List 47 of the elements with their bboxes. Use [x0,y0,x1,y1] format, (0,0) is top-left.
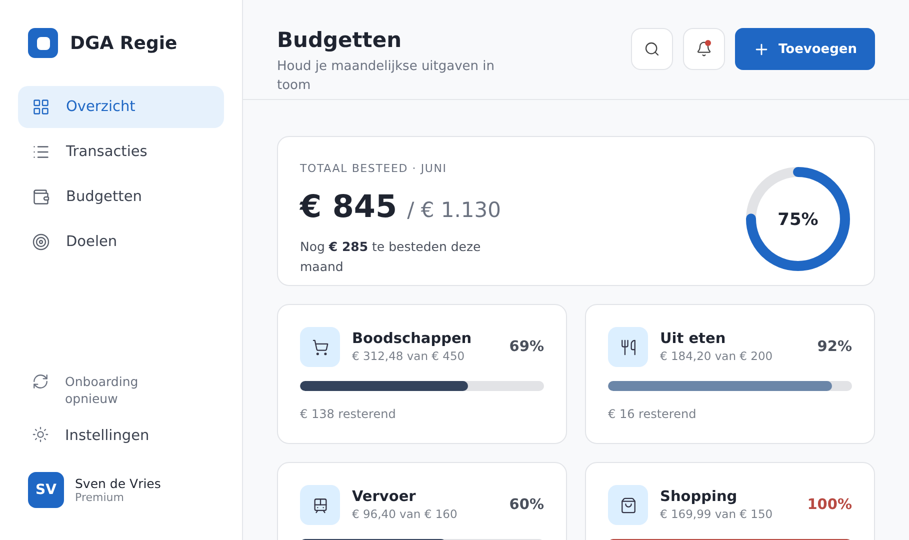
budget-percent: 69% [509,339,544,355]
page-subtitle: Houd je maandelijkse uitgaven in toom [277,58,496,95]
nav-item[interactable]: Doelen [18,221,224,263]
target-icon [32,233,50,251]
sidebar-link[interactable]: Instellingen [18,420,156,452]
budget-amount: € 96,40 van € 160 [352,507,458,521]
cart-icon [312,338,328,356]
budget-percent: 92% [817,339,852,355]
remaining-note: Nog € 285 te besteden deze maand [300,238,482,276]
budget-name: Vervoer [352,489,417,505]
budget-percent: 100% [807,497,852,513]
budget-remaining: € 138 resterend [300,407,397,421]
add-button[interactable]: Toevoegen [734,28,875,70]
train-icon [312,496,328,514]
budget-name: Boodschappen [352,331,473,347]
budget-name: Uit eten [660,331,727,347]
grid-icon [32,98,50,116]
ring-percent: 75% [778,210,818,230]
search-button[interactable] [630,28,672,70]
user-avatar: SV [28,472,64,508]
refresh-icon [32,372,49,390]
nav-item[interactable]: Transacties [18,131,224,173]
bag-icon [620,496,636,514]
notifications-button[interactable] [682,28,724,70]
user-plan: Premium [75,491,125,504]
nav-item[interactable]: Overzicht [18,86,224,128]
budget-name: Shopping [660,489,738,505]
sidebar-link[interactable]: Onboarding opnieuw [18,366,156,414]
spent-amount: € 845 [300,189,398,226]
page-title: Budgetten [277,28,403,52]
total-amount: / € 1.130 [407,198,501,222]
budget-percent: 60% [509,497,544,513]
summary-label: TOTAAL BESTEED · JUNI [300,162,448,176]
app-logo [28,28,58,58]
wallet-icon [32,188,50,206]
budget-amount: € 312,48 van € 450 [352,349,466,363]
bell-icon [696,41,712,57]
search-icon [644,41,660,57]
user-name: Sven de Vries [75,476,161,491]
brand-name: DGA Regie [70,32,178,54]
utensils-icon [620,338,636,356]
nav-item[interactable]: Budgetten [18,176,224,218]
budget-amount: € 169,99 van € 150 [660,507,774,521]
list-icon [32,143,50,161]
budget-remaining: € 16 resterend [608,407,698,421]
budget-amount: € 184,20 van € 200 [660,349,774,363]
sun-icon [32,426,49,443]
